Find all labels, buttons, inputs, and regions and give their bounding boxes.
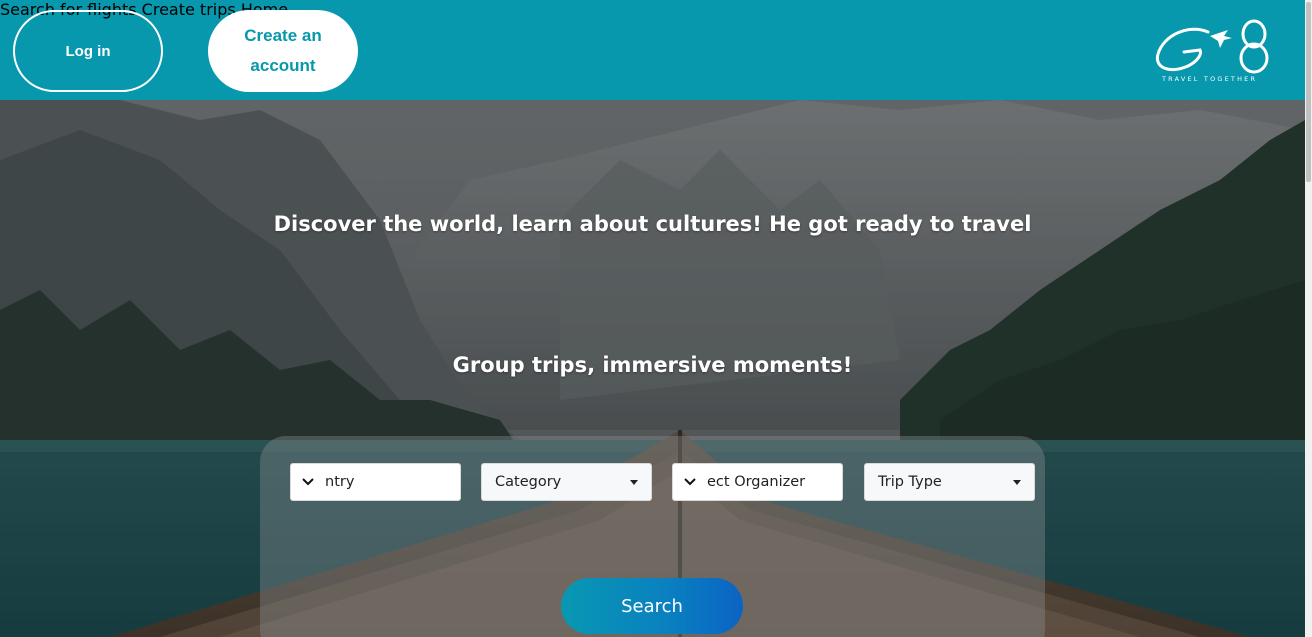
organizer-select-value: ect Organizer [707,474,806,490]
logo-tagline: TRAVEL TOGETHER [1161,75,1257,83]
login-button[interactable]: Log in [13,10,163,92]
category-select[interactable]: Category [481,463,652,501]
organizer-select[interactable]: ect Organizer [672,463,843,501]
trip-type-select[interactable]: Trip Type [864,463,1035,501]
category-select-value: Category [495,474,562,490]
hero-headline: Discover the world, learn about cultures… [273,212,1032,236]
chevron-down-icon [673,464,707,500]
nav-create-trips-link[interactable]: Create trips [142,0,236,19]
search-button[interactable]: Search [561,578,743,634]
country-select-value: ntry [325,474,355,490]
page-scrollbar-thumb[interactable] [1306,2,1311,182]
create-account-button[interactable]: Create an account [208,10,358,92]
caret-down-icon [1013,480,1021,485]
caret-down-icon [630,480,638,485]
country-select[interactable]: ntry [290,463,461,501]
trip-search-panel: ntry Category ect Organizer Trip Type Se… [260,436,1045,637]
trip-type-select-value: Trip Type [878,474,942,490]
g8-plane-logo-icon: TRAVEL TOGETHER [1155,19,1269,83]
chevron-down-icon [291,464,325,500]
hero-subheadline: Group trips, immersive moments! [452,353,853,377]
brand-logo[interactable]: TRAVEL TOGETHER [1150,14,1282,86]
hero-section: Discover the world, learn about cultures… [0,100,1305,637]
top-nav-bar: Log in Create an account Search for flig… [0,0,1305,100]
